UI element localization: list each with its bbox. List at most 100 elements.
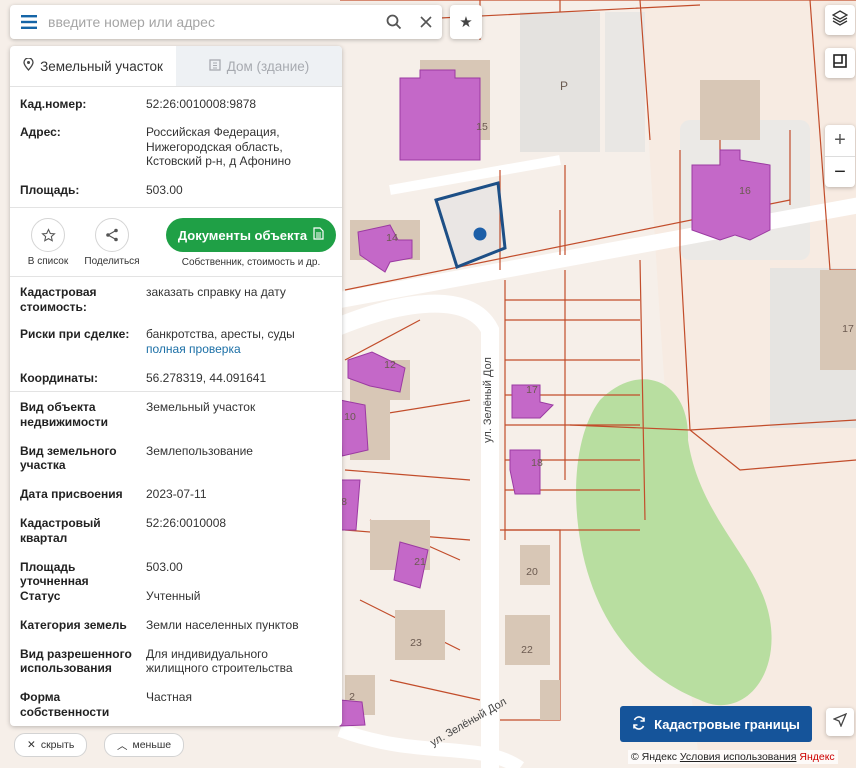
house-number: 2 [349, 691, 355, 703]
house-number: 17 [842, 323, 854, 335]
label-line: Статус [20, 588, 61, 603]
search-input[interactable] [48, 7, 378, 37]
street-label: ул. Зелёный Дол [482, 357, 494, 443]
label-line: Категория земель [20, 617, 127, 632]
chevron-up-icon: ︿ [117, 739, 128, 752]
area-row: Площадь: 503.00 [10, 183, 342, 203]
star-outline-icon [31, 218, 65, 252]
label-line: недвижимости [20, 414, 108, 429]
close-icon: ✕ [27, 739, 36, 751]
value-line: Земли населенных пунктов [146, 617, 299, 632]
label-line: использования [20, 661, 112, 675]
field-value: Частная [146, 690, 332, 726]
property-row: Кадастровый квартал 52:26:0010008 [10, 516, 342, 560]
zoom-out-button[interactable]: − [825, 155, 855, 188]
house-number: 14 [386, 232, 398, 244]
layers-icon [831, 9, 849, 31]
label-line: Кадастровый [20, 516, 101, 530]
geolocation-button[interactable] [826, 708, 854, 736]
collapse-panel-button[interactable]: ︿ меньше [104, 733, 185, 757]
field-label: Категория земель [20, 618, 146, 647]
documents-subtitle: Собственник, стоимость и др. [181, 257, 321, 268]
property-row: Вид земельного участка Землепользование [10, 444, 342, 488]
tab-bar: Земельный участок Дом (здание) [10, 46, 342, 87]
tab-building[interactable]: Дом (здание) [176, 46, 342, 86]
share-icon [95, 218, 129, 252]
risk-value: банкротства, аресты, суды полная проверк… [146, 327, 332, 371]
cadastral-borders-button[interactable]: Кадастровые границы [620, 706, 812, 742]
search-bar [10, 5, 442, 39]
value-line: 503.00 [146, 559, 183, 574]
yandex-logo-text: Яндекс [799, 751, 835, 763]
house-number: 16 [739, 185, 751, 197]
building [339, 699, 366, 727]
address-line: Кстовский р-н, д Афонино [146, 154, 291, 168]
location-pin-icon [23, 57, 34, 74]
full-check-link[interactable]: полная проверка [146, 342, 332, 357]
cad-number-link[interactable]: 52:26:0010008:9878 [146, 97, 332, 125]
ruler-button[interactable] [825, 48, 855, 78]
zoom-in-button[interactable]: + [834, 125, 846, 156]
documents-block: Документы объекта Собственник, стоимость… [166, 218, 336, 268]
tab-label: Земельный участок [40, 58, 163, 74]
field-label: Координаты: [20, 371, 99, 385]
tab-land-plot[interactable]: Земельный участок [10, 46, 176, 86]
parcel-marker[interactable] [473, 227, 487, 241]
field-label: Кадастровая стоимость: [20, 285, 146, 327]
label-line: собственности [20, 704, 110, 719]
label-line: Кадастровая [20, 285, 97, 299]
documents-button-label: Документы объекта [177, 227, 308, 243]
value-line: 2023-07-11 [146, 487, 207, 501]
field-value: Учтенный [146, 589, 332, 618]
house-number: 18 [531, 457, 543, 469]
field-label: Площадь: [20, 183, 80, 197]
building [339, 399, 369, 457]
add-to-list-button[interactable]: В список [16, 218, 80, 267]
close-icon[interactable] [410, 5, 442, 39]
house-number: 12 [384, 359, 396, 371]
value-line: Земельный участок [146, 400, 256, 414]
field-value: Землепользование [146, 444, 332, 488]
house-number: 10 [344, 411, 356, 423]
less-label: меньше [132, 739, 172, 751]
coords-value: 56.278319, 44.091641 [146, 371, 267, 385]
share-button[interactable]: Поделиться [80, 218, 144, 267]
lot-grey [605, 12, 645, 152]
order-statement-link[interactable]: заказать справку на дату [146, 285, 332, 327]
label-line: квартал [20, 530, 68, 545]
house-number: 17 [526, 384, 538, 396]
property-row: Вид объекта недвижимости Земельный участок [10, 400, 342, 444]
house-number: 23 [410, 637, 422, 649]
value-line: Учтенный [146, 588, 201, 603]
search-icon[interactable] [378, 5, 410, 39]
area-value: 503.00 [146, 183, 183, 197]
house-number: 22 [521, 644, 533, 656]
layers-button[interactable] [825, 5, 855, 35]
label-line: Площадь уточненная [20, 559, 89, 589]
yandex-copyright: © Яндекс [631, 751, 677, 763]
navigation-arrow-icon [832, 712, 848, 732]
field-label: Адрес: [20, 125, 61, 139]
value-line: жилищного строительства [146, 661, 293, 675]
cad-number-row: Кад.номер: 52:26:0010008:9878 [10, 97, 342, 125]
hide-panel-button[interactable]: ✕ скрыть [14, 733, 88, 757]
field-label: Вид объекта недвижимости [20, 400, 146, 444]
label-line: Вид разрешенного [20, 646, 132, 661]
field-value: Для индивидуального жилищного строительст… [146, 647, 332, 691]
favorites-star-icon[interactable]: ★ [450, 5, 482, 39]
address-line: Российская Федерация, [146, 125, 280, 139]
document-icon [313, 227, 324, 243]
property-row: Вид разрешенного использования Для индивид… [10, 647, 342, 691]
parking-label: P [560, 79, 568, 93]
property-row: Дата присвоения 2023-07-11 [10, 487, 342, 516]
field-label: Площадь уточненная [20, 560, 146, 589]
tab-label: Дом (здание) [226, 58, 310, 74]
terms-link[interactable]: Условия использования [680, 751, 797, 763]
refresh-icon [632, 715, 646, 733]
documents-button[interactable]: Документы объекта [166, 218, 336, 252]
menu-icon[interactable] [10, 5, 48, 39]
label-line: Вид объекта [20, 400, 96, 414]
building-icon [209, 58, 221, 74]
field-label: Статус [20, 589, 146, 618]
coords-row: Координаты: 56.278319, 44.091641 [10, 371, 342, 389]
